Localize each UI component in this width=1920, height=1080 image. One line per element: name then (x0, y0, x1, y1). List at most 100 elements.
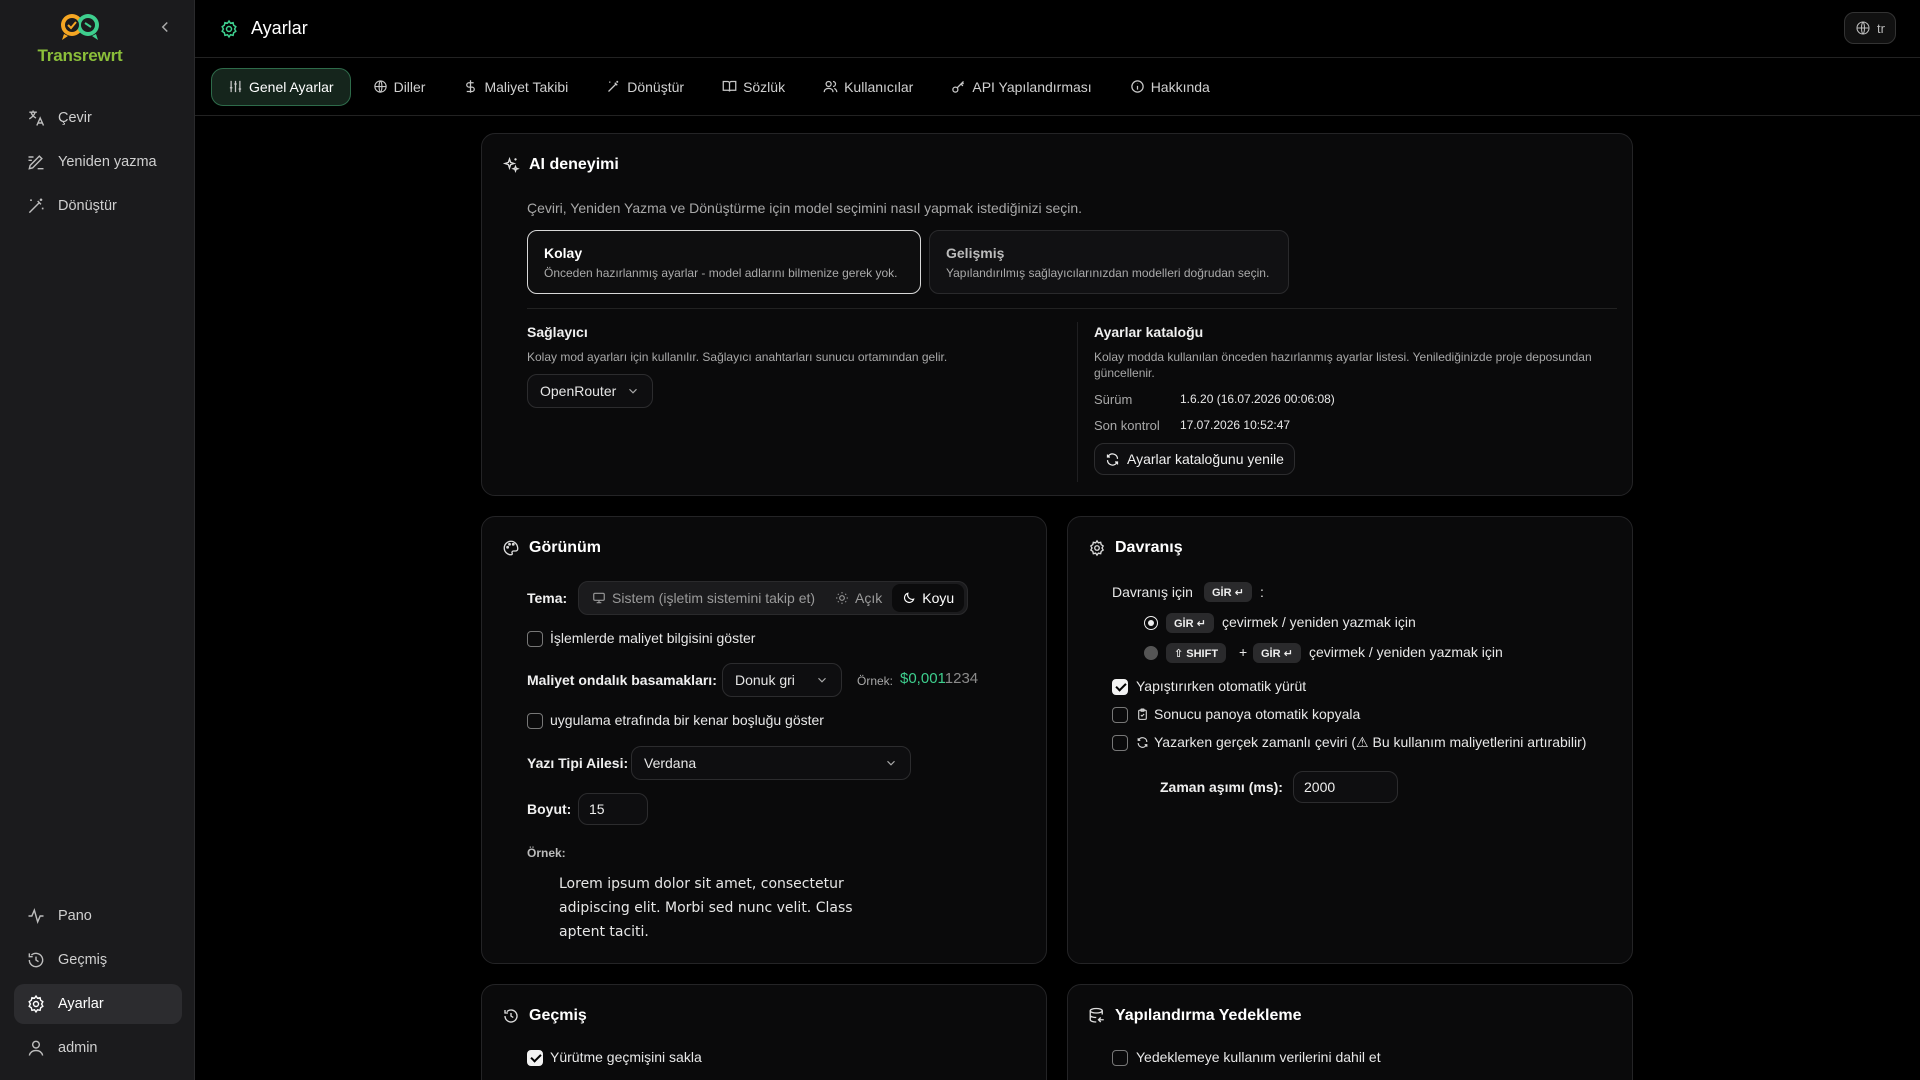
clipboard-icon (1138, 708, 1147, 720)
font-family-label: Yazı Tipi Ailesi: (527, 755, 629, 771)
auto-copy-label: Sonucu panoya otomatik kopyala (1154, 706, 1361, 722)
tab-languages[interactable]: Diller (357, 68, 442, 106)
card-title: Görünüm (502, 539, 601, 557)
cost-example-value: $0,0011234 (900, 670, 978, 687)
show-cost-checkbox[interactable] (527, 631, 543, 647)
cost-decimals-label: Maliyet ondalık basamakları: (527, 672, 717, 688)
tab-about[interactable]: Hakkında (1114, 68, 1226, 106)
language-switcher-button[interactable]: tr (1844, 12, 1896, 44)
card-title: AI deneyimi (502, 156, 619, 174)
config-backup-card: Yapılandırma Yedekleme Yedeklemeye kulla… (1067, 984, 1633, 1080)
sidebar-item-label: Dönüştür (58, 198, 117, 214)
tab-label: Genel Ayarlar (249, 78, 334, 95)
section-divider (527, 308, 1617, 309)
theme-option-label: Koyu (922, 590, 955, 606)
sidebar-item-label: Geçmiş (58, 952, 108, 968)
tab-general[interactable]: Genel Ayarlar (211, 67, 351, 106)
monitor-icon (593, 592, 605, 604)
auto-run-checkbox[interactable] (1112, 679, 1128, 695)
plus-sign: + (1239, 644, 1248, 660)
collapse-sidebar-button[interactable] (156, 18, 174, 36)
font-family-select[interactable]: Verdana (631, 746, 911, 780)
sidebar-item-user[interactable]: admin (14, 1028, 182, 1068)
catalog-desc-line1: Kolay modda kullanılan önceden hazırlanm… (1094, 350, 1592, 364)
globe-icon (373, 80, 387, 93)
enter-option-label: çevirmek / yeniden yazmak için (1222, 614, 1416, 630)
tab-api-config[interactable]: API Yapılandırması (935, 68, 1107, 106)
sidebar-item-history[interactable]: Geçmiş (14, 940, 182, 980)
globe-icon (1856, 21, 1870, 35)
include-usage-checkbox[interactable] (1112, 1050, 1128, 1066)
timeout-label: Zaman aşımı (ms): (1160, 779, 1283, 795)
enter-key-badge: GİR ↵ (1253, 643, 1301, 663)
sidebar-item-rewrite[interactable]: Yeniden yazma (14, 142, 182, 182)
card-title: Geçmiş (502, 1007, 587, 1025)
theme-option-system[interactable]: Sistem (işletim sistemini takip et) (582, 584, 825, 612)
tab-label: Hakkında (1150, 78, 1210, 95)
tab-users[interactable]: Kullanıcılar (807, 68, 929, 106)
theme-option-label: Açık (855, 590, 883, 606)
cost-decimals-select[interactable]: Donuk gri (722, 663, 842, 697)
show-padding-label: uygulama etrafında bir kenar boşluğu gös… (550, 712, 824, 728)
font-size-input[interactable] (578, 793, 648, 825)
language-code: tr (1877, 20, 1885, 36)
sparkles-icon (502, 156, 520, 173)
sidebar-nav-bottom: Pano Geçmiş Ayarlar admin (14, 896, 182, 1072)
advanced-mode-option[interactable]: Gelişmiş Yapılandırılmış sağlayıcılarını… (929, 230, 1289, 294)
gear-icon (1089, 539, 1105, 557)
theme-option-light[interactable]: Açık (825, 584, 892, 612)
timeout-input[interactable] (1293, 771, 1398, 803)
show-padding-checkbox[interactable] (527, 713, 543, 729)
keep-history-checkbox[interactable] (527, 1050, 543, 1066)
info-icon (1130, 80, 1144, 93)
cost-example-dim: 1234 (944, 670, 979, 687)
tab-dictionary[interactable]: Sözlük (706, 68, 801, 106)
tab-label: Diller (393, 78, 426, 95)
history-icon (504, 1009, 518, 1023)
sun-icon (836, 592, 848, 604)
realtime-checkbox[interactable] (1112, 735, 1128, 751)
sliders-icon (229, 80, 242, 93)
app-name: Transrewrt (37, 46, 123, 65)
enter-option-radio[interactable] (1144, 616, 1158, 630)
chevron-left-icon (161, 21, 168, 33)
easy-mode-option[interactable]: Kolay Önceden hazırlanmış ayarlar - mode… (527, 230, 921, 294)
include-usage-label: Yedeklemeye kullanım verilerini dahil et (1136, 1049, 1381, 1065)
database-backup-icon (1089, 1007, 1104, 1023)
ai-experience-card: AI deneyimi Çeviri, Yeniden Yazma ve Dön… (481, 133, 1633, 496)
version-value: 1.6.20 (16.07.2026 00:06:08) (1180, 392, 1335, 406)
tab-label: API Yapılandırması (972, 78, 1092, 95)
sidebar-item-transform[interactable]: Dönüştür (14, 186, 182, 226)
show-cost-label: İşlemlerde maliyet bilgisini göster (550, 630, 756, 646)
shift-key-badge: ⇧ SHIFT (1166, 643, 1227, 663)
theme-selector: Sistem (işletim sistemini takip et) Açık… (578, 581, 969, 615)
sidebar-item-settings[interactable]: Ayarlar (14, 984, 182, 1024)
card-title-text: AI deneyimi (529, 156, 619, 173)
refresh-catalog-button[interactable]: Ayarlar kataloğunu yenile (1094, 443, 1295, 475)
provider-desc: Kolay mod ayarları için kullanılır. Sağl… (527, 350, 948, 364)
sidebar-item-dashboard[interactable]: Pano (14, 896, 182, 936)
preview-label: Örnek: (527, 846, 566, 860)
card-title: Davranış (1088, 539, 1183, 557)
realtime-row: Yazarken gerçek zamanlı çeviri (⚠ Bu kul… (1136, 734, 1586, 751)
history-card: Geçmiş Yürütme geçmişini sakla (481, 984, 1047, 1080)
tab-transform[interactable]: Dönüştür (590, 68, 700, 106)
easy-mode-desc: Önceden hazırlanmış ayarlar - model adla… (544, 266, 898, 280)
shift-enter-option-radio[interactable] (1144, 646, 1158, 660)
ai-description: Çeviri, Yeniden Yazma ve Dönüştürme için… (527, 200, 1083, 216)
theme-option-dark[interactable]: Koyu (892, 584, 965, 612)
sidebar-item-translate[interactable]: Çevir (14, 98, 182, 138)
dollar-icon (466, 80, 476, 93)
app-logo[interactable]: Transrewrt (30, 12, 130, 66)
magic-wand-icon (608, 80, 619, 92)
column-divider (1077, 322, 1078, 482)
tab-cost-tracking[interactable]: Maliyet Takibi (447, 68, 584, 106)
sidebar: Transrewrt Çevir Yeniden yazma Dönüştür … (0, 0, 195, 1080)
key-icon (952, 81, 965, 93)
catalog-desc-line2: güncellenir. (1094, 366, 1155, 380)
provider-select[interactable]: OpenRouter (527, 374, 653, 408)
refresh-catalog-label: Ayarlar kataloğunu yenile (1127, 451, 1284, 467)
auto-copy-checkbox[interactable] (1112, 707, 1128, 723)
sidebar-nav-main: Çevir Yeniden yazma Dönüştür (14, 98, 182, 230)
auto-copy-row: Sonucu panoya otomatik kopyala (1136, 706, 1360, 722)
